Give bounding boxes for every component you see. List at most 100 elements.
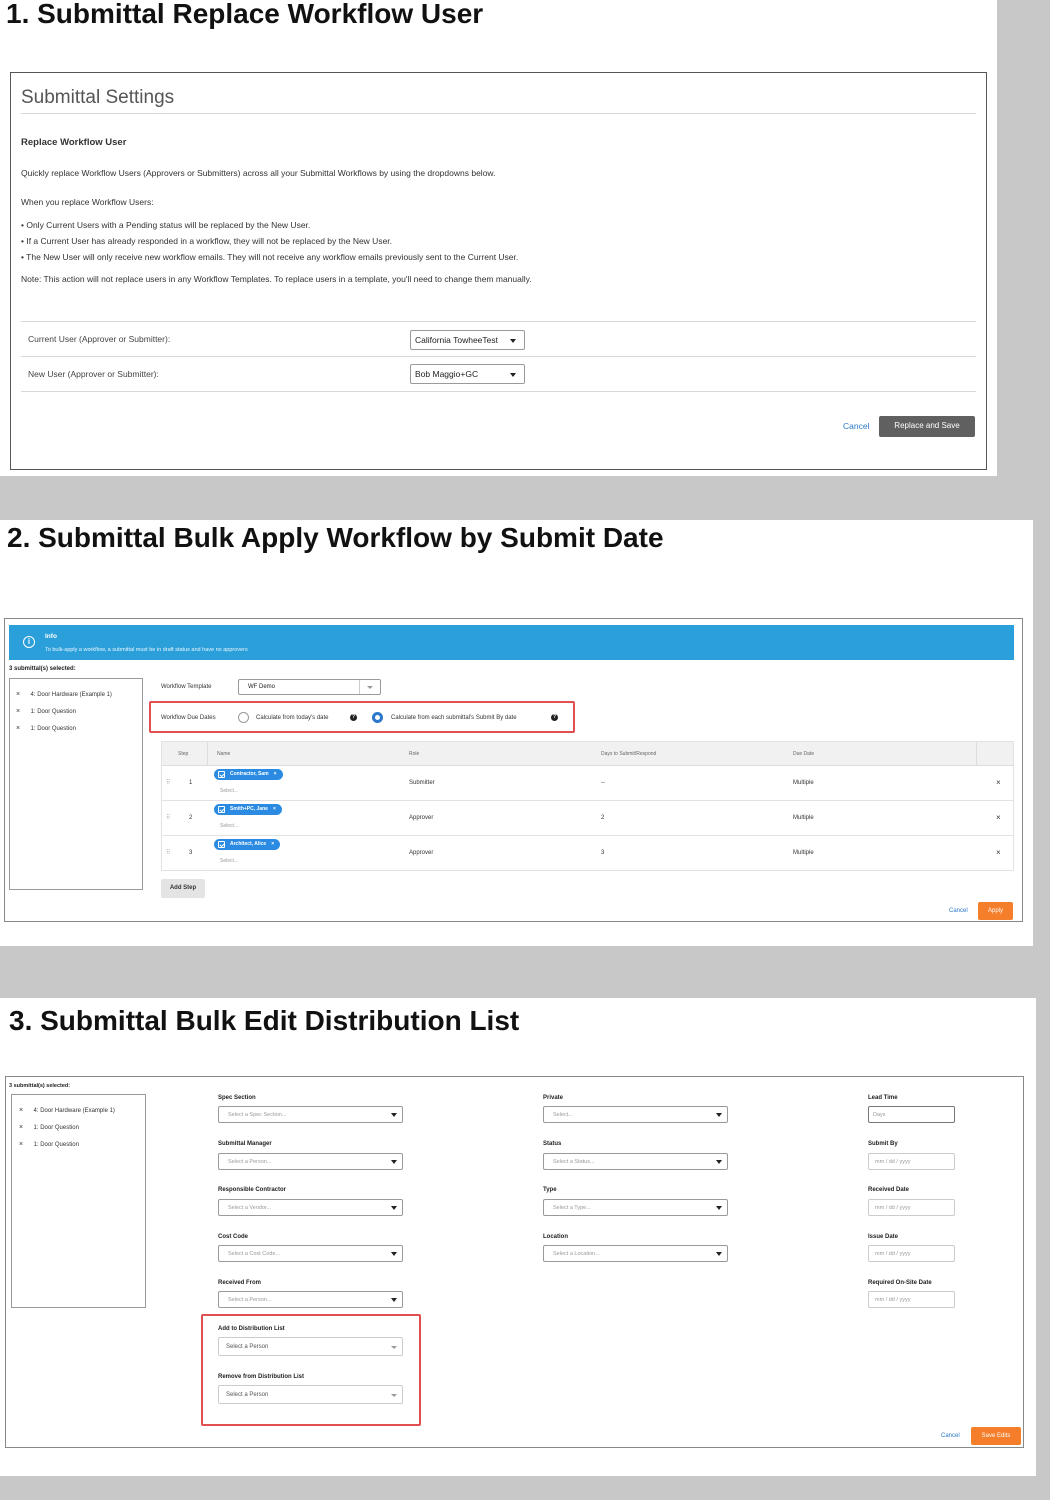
add-distribution-select[interactable]: Select a Person [218, 1337, 403, 1356]
select-placeholder: Select a Person [226, 1344, 269, 1350]
issue-date-label: Issue Date [868, 1234, 899, 1240]
help-icon[interactable]: ? [551, 714, 558, 721]
help-icon[interactable]: ? [350, 714, 357, 721]
name-select-placeholder[interactable]: Select... [220, 858, 238, 864]
name-select-placeholder[interactable]: Select... [220, 823, 238, 829]
remove-icon[interactable]: × [19, 1141, 23, 1148]
row-divider [21, 321, 976, 322]
panel-title: Submittal Settings [21, 87, 175, 108]
chip-label: Architect, Alice [230, 841, 267, 847]
remove-icon[interactable]: × [19, 1107, 23, 1114]
received-from-select[interactable]: Select a Person... [218, 1291, 403, 1308]
drag-handle-icon[interactable]: ⠿ [166, 849, 170, 856]
spec-section-select[interactable]: Select a Spec Section... [218, 1106, 403, 1123]
delete-row-icon[interactable]: × [996, 848, 1001, 857]
submit-by-input[interactable]: mm / dd / yyyy [868, 1153, 955, 1170]
input-placeholder: mm / dd / yyyy [875, 1159, 911, 1165]
list-item-label: 1: Door Question [30, 709, 76, 715]
received-date-input[interactable]: mm / dd / yyyy [868, 1199, 955, 1216]
workflow-template-label: Workflow Template [161, 684, 212, 690]
type-select[interactable]: Select a Type... [543, 1199, 728, 1216]
save-edits-button[interactable]: Save Edits [971, 1427, 1021, 1445]
drag-handle-icon[interactable]: ⠿ [166, 779, 170, 786]
add-step-button[interactable]: Add Step [161, 879, 205, 898]
when-text: When you replace Workflow Users: [21, 197, 154, 207]
list-item-label: 1: Door Question [33, 1125, 79, 1131]
due-date-cell: Multiple [793, 780, 814, 786]
private-select[interactable]: Select... [543, 1106, 728, 1123]
location-label: Location [543, 1234, 568, 1240]
required-onsite-date-input[interactable]: mm / dd / yyyy [868, 1291, 955, 1308]
bullet-item: • Only Current Users with a Pending stat… [21, 220, 311, 230]
role-cell: Approver [409, 850, 434, 856]
submittal-manager-select[interactable]: Select a Person... [218, 1153, 403, 1170]
status-select[interactable]: Select a Status... [543, 1153, 728, 1170]
table-row: ⠿ 1 Contractor, Sam × Select... Submitter… [162, 766, 1013, 801]
input-placeholder: mm / dd / yyyy [875, 1205, 911, 1211]
role-cell: Approver [409, 815, 434, 821]
new-user-select[interactable]: Bob Maggio+GC [410, 364, 525, 384]
name-chip[interactable]: Smith+PC, Jane × [214, 804, 282, 815]
cancel-button[interactable]: Cancel [843, 421, 869, 431]
select-placeholder: Select... [553, 1112, 573, 1118]
remove-icon[interactable]: × [274, 771, 277, 777]
delete-row-icon[interactable]: × [996, 813, 1001, 822]
delete-row-icon[interactable]: × [996, 778, 1001, 787]
row-divider [21, 356, 976, 357]
radio-submit-by[interactable] [372, 712, 383, 723]
list-item: × 1: Door Question [19, 1116, 79, 1134]
list-item-label: 4: Door Hardware (Example 1) [30, 692, 112, 698]
remove-icon[interactable]: × [16, 725, 20, 732]
name-chip[interactable]: Contractor, Sam × [214, 769, 283, 780]
drag-handle-icon[interactable]: ⠿ [166, 814, 170, 821]
select-placeholder: Select a Status... [553, 1159, 595, 1165]
bulk-apply-panel: i Info To bulk-apply a workflow, a submi… [4, 618, 1023, 922]
select-placeholder: Select a Vendor... [228, 1205, 272, 1211]
remove-icon[interactable]: × [16, 708, 20, 715]
list-item-label: 4: Door Hardware (Example 1) [33, 1108, 115, 1114]
chevron-down-icon [367, 686, 373, 689]
apply-button[interactable]: Apply [978, 902, 1013, 920]
status-label: Status [543, 1141, 562, 1147]
replace-and-save-button[interactable]: Replace and Save [879, 416, 975, 437]
step-number: 1 [189, 780, 193, 786]
workflow-template-select[interactable]: WF Demo [238, 679, 381, 695]
remove-icon[interactable]: × [273, 806, 276, 812]
name-select-placeholder[interactable]: Select... [220, 788, 238, 794]
received-from-label: Received From [218, 1280, 262, 1286]
chevron-down-icon [716, 1113, 722, 1117]
chevron-down-icon [391, 1252, 397, 1256]
remove-distribution-select[interactable]: Select a Person [218, 1385, 403, 1404]
chevron-down-icon [391, 1206, 397, 1210]
spec-section-label: Spec Section [218, 1095, 256, 1101]
selected-count: 3 submittal(s) selected: [9, 1083, 71, 1089]
name-chip[interactable]: Architect, Alice × [214, 839, 281, 850]
lead-time-label: Lead Time [868, 1095, 898, 1101]
header-divider [976, 742, 977, 766]
chip-label: Contractor, Sam [230, 771, 269, 777]
column-header: Role [409, 751, 420, 757]
chevron-down-icon [391, 1160, 397, 1164]
section1-heading: 1. Submittal Replace Workflow User [6, 0, 484, 29]
check-icon [218, 806, 225, 813]
remove-icon[interactable]: × [271, 841, 274, 847]
private-label: Private [543, 1095, 564, 1101]
list-item-label: 1: Door Question [33, 1142, 79, 1148]
location-select[interactable]: Select a Location... [543, 1245, 728, 1262]
new-user-label: New User (Approver or Submitter): [28, 369, 159, 379]
cancel-button[interactable]: Cancel [949, 908, 968, 914]
current-user-select[interactable]: California TowheeTest [410, 330, 525, 350]
chevron-down-icon [510, 339, 516, 343]
radio-today[interactable] [238, 712, 249, 723]
intro-text: Quickly replace Workflow Users (Approver… [21, 168, 496, 178]
issue-date-input[interactable]: mm / dd / yyyy [868, 1245, 955, 1262]
title-divider [21, 113, 976, 114]
cancel-button[interactable]: Cancel [941, 1433, 960, 1439]
input-placeholder: mm / dd / yyyy [875, 1297, 911, 1303]
current-user-label: Current User (Approver or Submitter): [28, 334, 171, 344]
remove-icon[interactable]: × [16, 691, 20, 698]
lead-time-input[interactable]: Days [868, 1106, 955, 1123]
remove-icon[interactable]: × [19, 1124, 23, 1131]
cost-code-select[interactable]: Select a Cost Code... [218, 1245, 403, 1262]
responsible-contractor-select[interactable]: Select a Vendor... [218, 1199, 403, 1216]
